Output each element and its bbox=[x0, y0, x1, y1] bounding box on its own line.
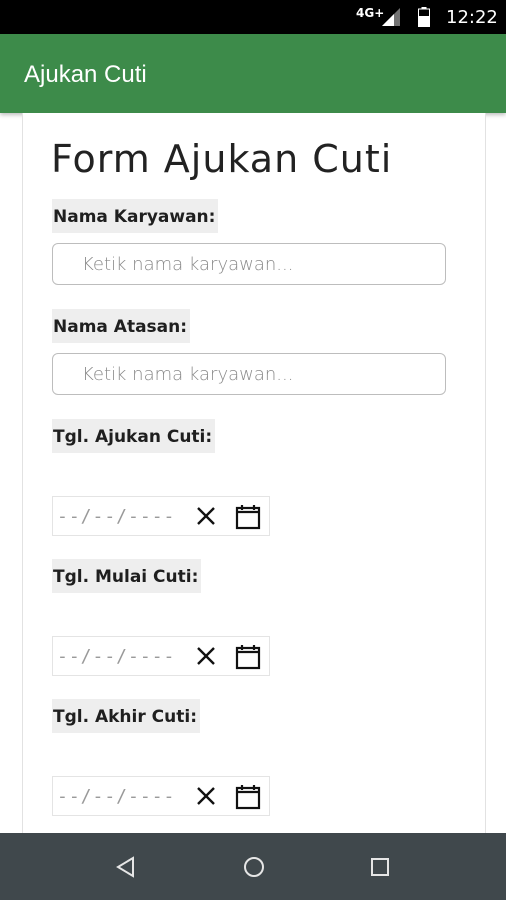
tgl-mulai-value: --/--/---- bbox=[57, 646, 176, 667]
tgl-akhir-date-input[interactable]: --/--/---- bbox=[52, 776, 270, 816]
network-type: 4G+ bbox=[356, 6, 385, 20]
calendar-icon[interactable] bbox=[233, 502, 263, 532]
calendar-icon[interactable] bbox=[233, 782, 263, 812]
nama-karyawan-input[interactable] bbox=[52, 243, 446, 285]
form-title: Form Ajukan Cuti bbox=[51, 137, 393, 181]
tgl-ajukan-label: Tgl. Ajukan Cuti: bbox=[52, 419, 216, 453]
tgl-mulai-date-input[interactable]: --/--/---- bbox=[52, 636, 270, 676]
tgl-ajukan-date-input[interactable]: --/--/---- bbox=[52, 496, 270, 536]
signal-icon bbox=[382, 8, 400, 26]
screen: 4G+ 12:22 Ajukan Cuti Form Ajukan Cuti N… bbox=[0, 0, 506, 900]
nama-atasan-input[interactable] bbox=[52, 353, 446, 395]
tgl-ajukan-value: --/--/---- bbox=[57, 506, 176, 527]
navigation-bar bbox=[0, 833, 506, 900]
nama-karyawan-label: Nama Karyawan: bbox=[52, 199, 219, 233]
back-icon[interactable] bbox=[112, 853, 140, 881]
tgl-mulai-label: Tgl. Mulai Cuti: bbox=[52, 559, 202, 593]
form-container: Form Ajukan Cuti Nama Karyawan: Nama Ata… bbox=[22, 113, 486, 833]
clear-icon[interactable] bbox=[191, 641, 221, 671]
calendar-icon[interactable] bbox=[233, 642, 263, 672]
tgl-akhir-label: Tgl. Akhir Cuti: bbox=[52, 699, 200, 733]
recents-icon[interactable] bbox=[366, 853, 394, 881]
clear-icon[interactable] bbox=[191, 501, 221, 531]
clear-icon[interactable] bbox=[191, 781, 221, 811]
battery-icon bbox=[418, 7, 430, 27]
app-title: Ajukan Cuti bbox=[24, 61, 147, 88]
app-bar: Ajukan Cuti bbox=[0, 34, 506, 113]
clock: 12:22 bbox=[446, 7, 498, 28]
nama-atasan-label: Nama Atasan: bbox=[52, 309, 191, 343]
home-icon[interactable] bbox=[240, 853, 268, 881]
tgl-akhir-value: --/--/---- bbox=[57, 786, 176, 807]
status-bar: 4G+ 12:22 bbox=[0, 0, 506, 34]
